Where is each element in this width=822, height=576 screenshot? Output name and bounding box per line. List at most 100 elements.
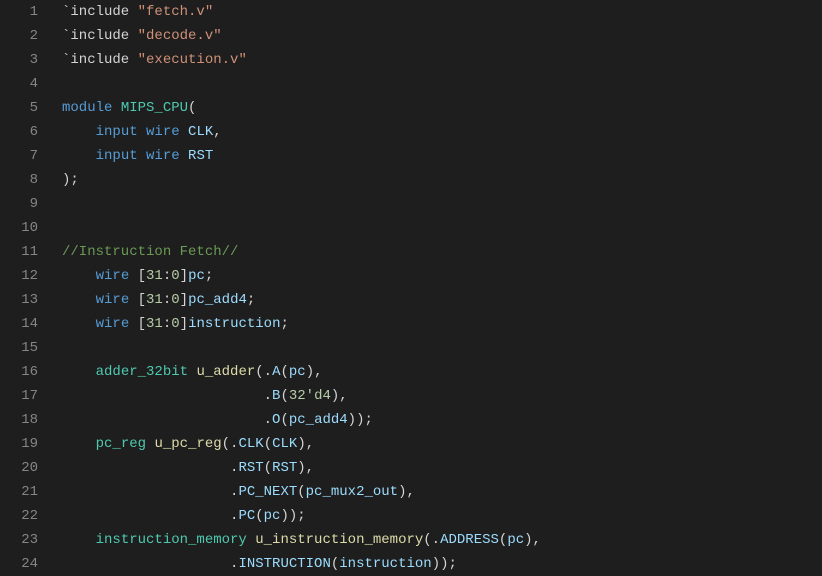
code-line[interactable] <box>62 336 822 360</box>
line-number-gutter: 123456789101112131415161718192021222324 <box>0 0 56 576</box>
code-token: . <box>62 388 272 404</box>
code-token: 0 <box>171 316 179 332</box>
line-number: 1 <box>0 0 38 24</box>
code-line[interactable]: adder_32bit u_adder(.A(pc), <box>62 360 822 384</box>
code-line[interactable]: .O(pc_add4)); <box>62 408 822 432</box>
code-token: , <box>213 124 221 140</box>
code-token: ; <box>247 292 255 308</box>
code-token <box>112 100 120 116</box>
code-token: . <box>62 556 238 572</box>
code-line[interactable]: `include "fetch.v" <box>62 0 822 24</box>
code-line[interactable]: module MIPS_CPU( <box>62 96 822 120</box>
code-token: pc <box>264 508 281 524</box>
code-token: . <box>62 484 238 500</box>
code-line[interactable]: .B(32'd4), <box>62 384 822 408</box>
code-token: (. <box>423 532 440 548</box>
code-token: (. <box>222 436 239 452</box>
line-number: 4 <box>0 72 38 96</box>
line-number: 7 <box>0 144 38 168</box>
code-token: u_adder <box>196 364 255 380</box>
code-token: MIPS_CPU <box>121 100 188 116</box>
code-editor[interactable]: 123456789101112131415161718192021222324 … <box>0 0 822 576</box>
code-line[interactable]: `include "execution.v" <box>62 48 822 72</box>
code-token <box>62 124 96 140</box>
code-token: : <box>163 316 171 332</box>
code-line[interactable]: wire [31:0]pc_add4; <box>62 288 822 312</box>
code-token: [ <box>129 292 146 308</box>
code-token: u_instruction_memory <box>255 532 423 548</box>
code-token: ; <box>280 316 288 332</box>
code-token: 32'd4 <box>289 388 331 404</box>
code-token <box>180 148 188 164</box>
code-token: instruction <box>188 316 280 332</box>
code-line[interactable]: .PC_NEXT(pc_mux2_out), <box>62 480 822 504</box>
line-number: 15 <box>0 336 38 360</box>
code-token: : <box>163 292 171 308</box>
line-number: 21 <box>0 480 38 504</box>
code-token <box>62 292 96 308</box>
code-line[interactable] <box>62 192 822 216</box>
code-line[interactable]: `include "decode.v" <box>62 24 822 48</box>
line-number: 24 <box>0 552 38 576</box>
code-line[interactable]: ); <box>62 168 822 192</box>
code-token: `include <box>62 52 138 68</box>
code-token: "decode.v" <box>138 28 222 44</box>
code-token: //Instruction Fetch// <box>62 244 238 260</box>
code-token: PC <box>238 508 255 524</box>
line-number: 3 <box>0 48 38 72</box>
code-token: . <box>62 460 238 476</box>
code-line[interactable]: wire [31:0]instruction; <box>62 312 822 336</box>
code-token: pc <box>507 532 524 548</box>
code-token: pc <box>289 364 306 380</box>
code-token: 31 <box>146 292 163 308</box>
code-line[interactable] <box>62 72 822 96</box>
code-token: input <box>96 148 138 164</box>
code-token: . <box>62 412 272 428</box>
code-area[interactable]: `include "fetch.v"`include "decode.v"`in… <box>56 0 822 576</box>
code-token: pc_add4 <box>289 412 348 428</box>
code-token: wire <box>96 292 130 308</box>
code-token: ( <box>280 364 288 380</box>
code-line[interactable]: .RST(RST), <box>62 456 822 480</box>
line-number: 2 <box>0 24 38 48</box>
code-token: ] <box>180 268 188 284</box>
code-token: "fetch.v" <box>138 4 214 20</box>
code-token <box>138 148 146 164</box>
line-number: 16 <box>0 360 38 384</box>
code-line[interactable]: input wire CLK, <box>62 120 822 144</box>
code-token: `include <box>62 4 138 20</box>
line-number: 8 <box>0 168 38 192</box>
code-token: INSTRUCTION <box>238 556 330 572</box>
code-token: `include <box>62 28 138 44</box>
line-number: 22 <box>0 504 38 528</box>
code-token: (. <box>255 364 272 380</box>
line-number: 13 <box>0 288 38 312</box>
code-token: pc <box>188 268 205 284</box>
code-token: wire <box>96 316 130 332</box>
code-token: pc_add4 <box>188 292 247 308</box>
code-token: wire <box>96 268 130 284</box>
code-token <box>138 124 146 140</box>
code-line[interactable]: wire [31:0]pc; <box>62 264 822 288</box>
code-token: RST <box>188 148 213 164</box>
code-line[interactable]: .INSTRUCTION(instruction)); <box>62 552 822 576</box>
code-line[interactable]: input wire RST <box>62 144 822 168</box>
code-token <box>247 532 255 548</box>
code-token: 0 <box>171 268 179 284</box>
code-line[interactable] <box>62 216 822 240</box>
code-token: u_pc_reg <box>154 436 221 452</box>
code-line[interactable]: instruction_memory u_instruction_memory(… <box>62 528 822 552</box>
code-token: ] <box>180 292 188 308</box>
code-token: wire <box>146 124 180 140</box>
code-token: pc_mux2_out <box>306 484 398 500</box>
code-line[interactable]: .PC(pc)); <box>62 504 822 528</box>
code-token: CLK <box>238 436 263 452</box>
code-line[interactable]: pc_reg u_pc_reg(.CLK(CLK), <box>62 432 822 456</box>
code-token: . <box>62 508 238 524</box>
code-token: 0 <box>171 292 179 308</box>
code-token: ), <box>297 436 314 452</box>
code-token: )); <box>280 508 305 524</box>
line-number: 14 <box>0 312 38 336</box>
line-number: 6 <box>0 120 38 144</box>
code-line[interactable]: //Instruction Fetch// <box>62 240 822 264</box>
